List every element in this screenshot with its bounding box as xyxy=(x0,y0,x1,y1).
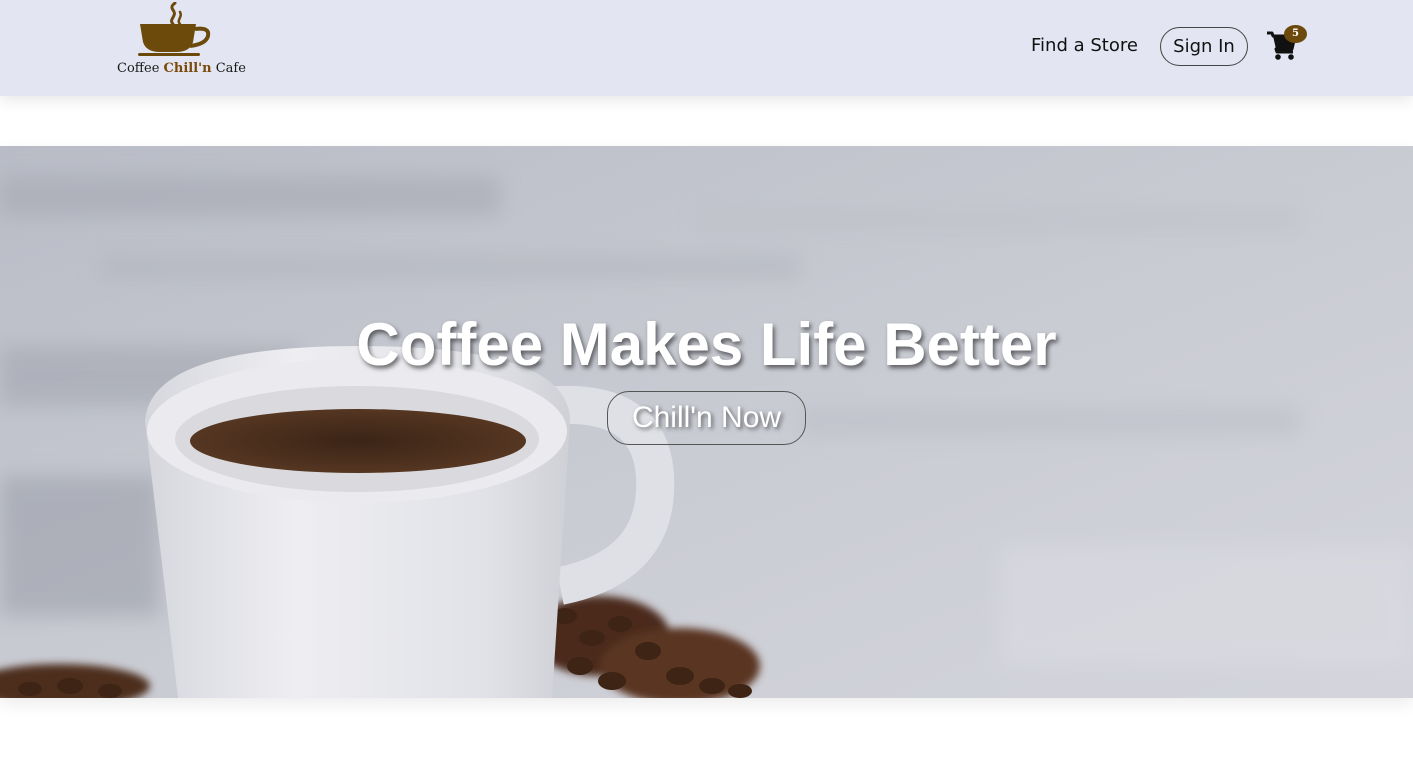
coffee-cup-icon xyxy=(138,2,211,56)
chill-now-button[interactable]: Chill'n Now xyxy=(607,391,806,445)
hero-banner: Coffee Makes Life Better Chill'n Now xyxy=(0,146,1413,698)
navbar: Coffee Chill'n Cafe Find a Store Sign In… xyxy=(0,0,1413,96)
brand-name-prefix: Coffee xyxy=(117,61,164,76)
sign-in-button[interactable]: Sign In xyxy=(1160,27,1248,66)
brand-name-suffix: Cafe xyxy=(211,61,246,76)
hero-title: Coffee Makes Life Better xyxy=(356,311,1057,378)
brand-logo[interactable]: Coffee Chill'n Cafe xyxy=(112,0,246,90)
cart-count-badge: 5 xyxy=(1284,25,1307,43)
brand-name: Coffee Chill'n Cafe xyxy=(117,61,246,76)
find-store-link[interactable]: Find a Store xyxy=(1031,35,1138,56)
cart-button[interactable]: 5 xyxy=(1266,25,1310,64)
brand-name-accent: Chill'n xyxy=(163,61,212,76)
